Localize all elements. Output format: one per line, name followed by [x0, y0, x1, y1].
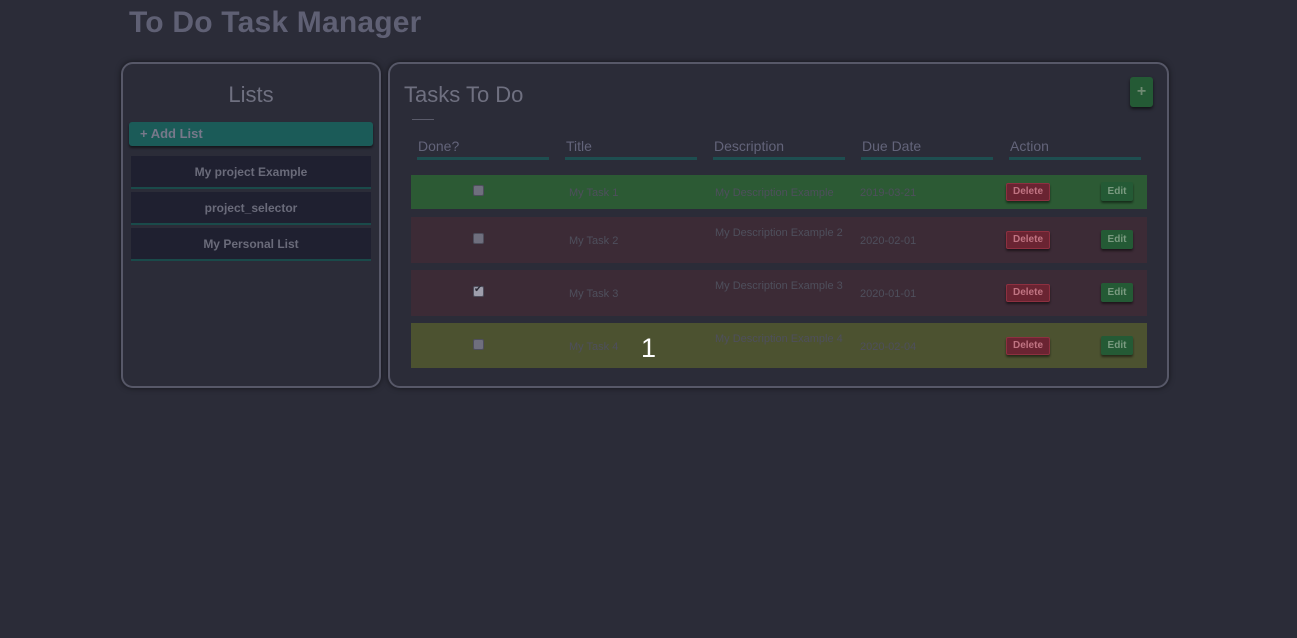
add-list-button[interactable]: + Add List — [129, 122, 373, 146]
tasks-panel: Tasks To Do + Done? Title Description Du… — [388, 62, 1169, 388]
task-title: My Task 4 — [569, 341, 619, 353]
column-header-description: Description — [713, 138, 845, 160]
app-title: To Do Task Manager — [129, 6, 422, 39]
task-row: My Task 3 My Description Example 3 2020-… — [411, 270, 1147, 316]
column-header-due-date: Due Date — [861, 138, 993, 160]
done-checkbox[interactable] — [473, 233, 484, 244]
task-row: My Task 1 My Description Example 2019-03… — [411, 175, 1147, 209]
task-title: My Task 2 — [569, 235, 619, 247]
list-item-my-project-example[interactable]: My project Example — [131, 156, 371, 189]
column-header-title: Title — [565, 138, 697, 160]
title-underline — [412, 119, 434, 120]
done-checkbox[interactable] — [473, 339, 484, 350]
delete-button[interactable]: Delete — [1006, 337, 1050, 355]
done-checkbox[interactable] — [473, 284, 484, 297]
task-title: My Task 3 — [569, 288, 619, 300]
task-description: My Description Example 3 — [715, 280, 843, 292]
lists-panel: Lists + Add List My project Example proj… — [121, 62, 381, 388]
edit-button[interactable]: Edit — [1101, 230, 1133, 249]
task-due-date: 2020-01-01 — [860, 288, 917, 300]
list-item-my-personal-list[interactable]: My Personal List — [131, 228, 371, 261]
task-row: My Task 4 My Description Example 4 2020-… — [411, 323, 1147, 368]
column-header-action: Action — [1009, 138, 1141, 160]
list-item-project-selector[interactable]: project_selector — [131, 192, 371, 225]
delete-button[interactable]: Delete — [1006, 183, 1050, 201]
task-row: My Task 2 My Description Example 2 2020-… — [411, 217, 1147, 263]
task-description: My Description Example — [715, 187, 834, 199]
task-description: My Description Example 4 — [715, 333, 843, 345]
tasks-title: Tasks To Do — [404, 82, 524, 107]
delete-button[interactable]: Delete — [1006, 284, 1050, 302]
done-checkbox[interactable] — [473, 185, 484, 196]
task-due-date: 2019-03-21 — [860, 187, 917, 199]
delete-button[interactable]: Delete — [1006, 231, 1050, 249]
column-header-done: Done? — [417, 138, 549, 160]
add-task-button[interactable]: + — [1130, 77, 1153, 107]
task-due-date: 2020-02-01 — [860, 235, 917, 247]
edit-button[interactable]: Edit — [1101, 182, 1133, 201]
lists-title: Lists — [228, 82, 274, 107]
task-due-date: 2020-02-04 — [860, 341, 917, 353]
task-description: My Description Example 2 — [715, 227, 843, 239]
task-title: My Task 1 — [569, 187, 619, 199]
edit-button[interactable]: Edit — [1101, 336, 1133, 355]
step-number-overlay: 1 — [641, 333, 657, 363]
edit-button[interactable]: Edit — [1101, 283, 1133, 302]
